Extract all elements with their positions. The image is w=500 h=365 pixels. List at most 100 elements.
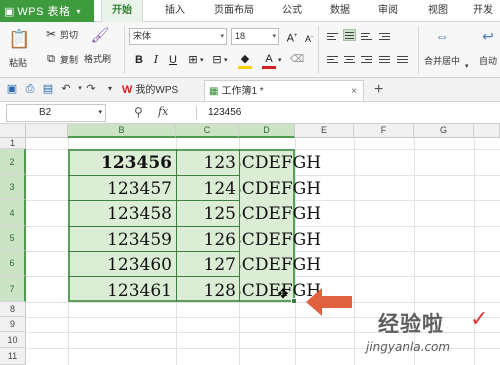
align-center-button[interactable] bbox=[343, 54, 356, 66]
cell-b5[interactable]: 123459 bbox=[70, 230, 172, 250]
font-name-select[interactable]: 宋体 ▾ bbox=[129, 28, 227, 45]
indent-icon[interactable] bbox=[378, 31, 391, 43]
align-middle-button[interactable] bbox=[343, 29, 356, 41]
ribbon-separator bbox=[318, 26, 319, 74]
cell-c3[interactable]: 124 bbox=[178, 179, 236, 199]
app-menu-button[interactable]: ▣ WPS 表格 ▾ bbox=[0, 0, 94, 22]
align-right-button[interactable] bbox=[360, 54, 373, 66]
row-header-3[interactable]: 3 bbox=[0, 175, 26, 200]
cell-d2[interactable]: BCDEFGH bbox=[240, 153, 321, 173]
cell-b6[interactable]: 123460 bbox=[70, 255, 172, 275]
copy-icon: ⧉ bbox=[47, 53, 55, 65]
merge-center-button[interactable]: ⇔ 合并居中 bbox=[424, 26, 460, 67]
print-icon[interactable]: ⎙ bbox=[23, 82, 37, 96]
cell-border bbox=[68, 226, 239, 227]
tab-developer[interactable]: 开发 bbox=[466, 0, 500, 22]
justify-button[interactable] bbox=[378, 54, 391, 66]
borders-icon[interactable]: ⊞ bbox=[186, 53, 200, 67]
cell-b7[interactable]: 123461 bbox=[70, 281, 172, 301]
cell-c5[interactable]: 126 bbox=[178, 230, 236, 250]
column-header-g[interactable]: G bbox=[414, 124, 474, 138]
grow-font-button[interactable]: A+ bbox=[285, 29, 299, 45]
format-painter-button[interactable]: 🖌 格式刷 bbox=[84, 27, 111, 65]
tab-data[interactable]: 数据 bbox=[320, 0, 360, 22]
row-header-4[interactable]: 4 bbox=[0, 200, 26, 226]
new-tab-icon[interactable]: + bbox=[374, 81, 383, 99]
customize-quick-access-icon[interactable]: ▾ bbox=[103, 82, 117, 96]
column-header-f[interactable]: F bbox=[354, 124, 414, 138]
wps-w-icon: W bbox=[122, 84, 133, 96]
tab-page-layout[interactable]: 页面布局 bbox=[206, 0, 262, 22]
distribute-button[interactable] bbox=[396, 54, 409, 66]
wrap-text-button[interactable]: ↩ 自动 bbox=[478, 26, 498, 67]
cell-d3[interactable]: BCDEFGH bbox=[240, 179, 321, 199]
redo-icon[interactable]: ↷ bbox=[84, 82, 98, 96]
cell-c2[interactable]: 123 bbox=[178, 153, 236, 173]
font-size-value: 18 bbox=[235, 31, 246, 41]
italic-button[interactable]: I bbox=[149, 53, 163, 67]
close-icon[interactable]: × bbox=[351, 81, 357, 102]
merge-border-icon[interactable]: ⊟ bbox=[210, 53, 224, 67]
row-header-11[interactable]: 11 bbox=[0, 348, 26, 365]
align-top-button[interactable] bbox=[326, 31, 339, 43]
row-header-10[interactable]: 10 bbox=[0, 332, 26, 348]
row-header-1[interactable]: 1 bbox=[0, 138, 26, 149]
eraser-icon[interactable]: ⌫ bbox=[290, 53, 304, 67]
column-header-a[interactable] bbox=[26, 124, 68, 138]
spreadsheet-icon: ▦ bbox=[209, 86, 219, 97]
tab-home[interactable]: 开始 bbox=[101, 0, 143, 22]
cell-b3[interactable]: 123457 bbox=[70, 179, 172, 199]
column-header-e[interactable]: E bbox=[295, 124, 354, 138]
tab-review[interactable]: 审阅 bbox=[368, 0, 408, 22]
column-header-c[interactable]: C bbox=[176, 124, 239, 138]
paste-button[interactable]: 📋 粘贴 bbox=[8, 28, 30, 69]
zoom-search-icon[interactable]: ⚲ bbox=[134, 105, 143, 119]
align-left-button[interactable] bbox=[326, 54, 339, 66]
cut-button[interactable]: ✂ 剪切 bbox=[44, 27, 78, 41]
fill-handle[interactable] bbox=[291, 298, 297, 304]
formula-bar: B2 ▾ ⚲ fx 123456 bbox=[0, 102, 500, 124]
ribbon-toolbar: 📋 粘贴 ✂ 剪切 ⧉ 复制 🖌 格式刷 宋体 ▾ 18 ▾ A+ A- B I… bbox=[0, 22, 500, 78]
cell-d5[interactable]: BCDEFGH bbox=[240, 230, 321, 250]
underline-button[interactable]: U bbox=[166, 53, 180, 67]
column-header-h[interactable] bbox=[474, 124, 500, 138]
spreadsheet-grid[interactable]: B C D E F G 1 2 3 4 5 6 7 8 9 10 11 1234… bbox=[0, 124, 500, 365]
tab-view[interactable]: 视图 bbox=[418, 0, 458, 22]
cell-b4[interactable]: 123458 bbox=[70, 204, 172, 224]
row-header-7[interactable]: 7 bbox=[0, 276, 26, 302]
bold-button[interactable]: B bbox=[132, 53, 146, 67]
cell-d4[interactable]: BCDEFGH bbox=[240, 204, 321, 224]
fill-color-button[interactable]: ◆ bbox=[238, 52, 252, 66]
fx-icon[interactable]: fx bbox=[158, 105, 168, 118]
row-header-6[interactable]: 6 bbox=[0, 251, 26, 276]
row-header-2[interactable]: 2 bbox=[0, 149, 26, 175]
doc-tab-workbook[interactable]: ▦ 工作簿1 * × bbox=[204, 80, 364, 101]
cell-c7[interactable]: 128 bbox=[178, 281, 236, 301]
align-bottom-button[interactable] bbox=[360, 31, 373, 43]
row-header-8[interactable]: 8 bbox=[0, 302, 26, 317]
cell-c4[interactable]: 125 bbox=[178, 204, 236, 224]
tab-insert[interactable]: 插入 bbox=[154, 0, 196, 22]
column-header-d[interactable]: D bbox=[239, 124, 295, 138]
select-all-corner[interactable] bbox=[0, 124, 26, 138]
doc-tab-my-wps[interactable]: W 我的WPS bbox=[118, 80, 200, 101]
formula-input[interactable]: 123456 bbox=[208, 104, 498, 122]
copy-button[interactable]: ⧉ 复制 bbox=[44, 52, 78, 66]
name-box[interactable]: B2 ▾ bbox=[6, 104, 106, 122]
undo-icon[interactable]: ↶ bbox=[59, 82, 73, 96]
ribbon-separator bbox=[418, 26, 419, 74]
chevron-down-icon: ▾ bbox=[200, 57, 204, 64]
row-header-9[interactable]: 9 bbox=[0, 317, 26, 332]
cell-b2[interactable]: 123456 bbox=[70, 153, 172, 173]
column-header-b[interactable]: B bbox=[68, 124, 176, 138]
cell-c6[interactable]: 127 bbox=[178, 255, 236, 275]
print-preview-icon[interactable]: ▤ bbox=[41, 82, 55, 96]
watermark: 经验啦 ✓ jingyanla.com bbox=[350, 306, 500, 364]
cell-d6[interactable]: BCDEFGH bbox=[240, 255, 321, 275]
font-color-button[interactable]: A bbox=[262, 52, 276, 66]
save-icon[interactable]: ▣ bbox=[5, 82, 19, 96]
font-size-select[interactable]: 18 ▾ bbox=[231, 28, 279, 45]
shrink-font-button[interactable]: A- bbox=[302, 30, 316, 44]
row-header-5[interactable]: 5 bbox=[0, 226, 26, 251]
tab-formula[interactable]: 公式 bbox=[272, 0, 312, 22]
